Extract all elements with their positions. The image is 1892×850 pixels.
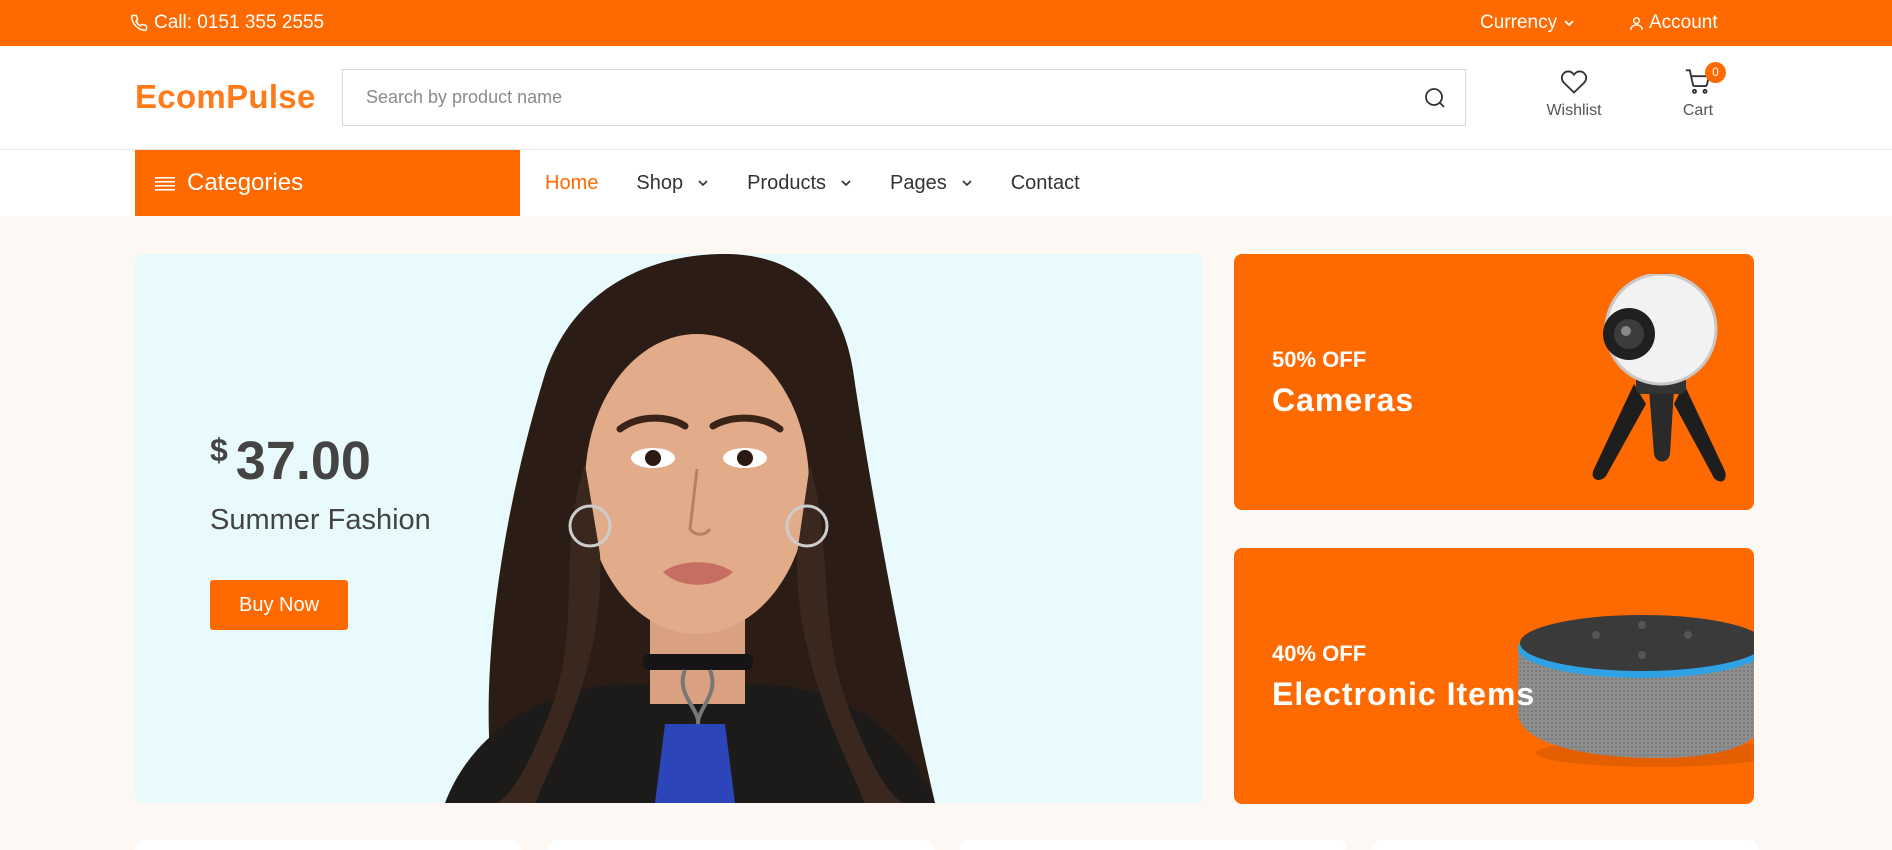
buy-now-button[interactable]: Buy Now [210, 580, 348, 630]
account-link[interactable]: Account [1628, 0, 1718, 46]
nav-products-label: Products [747, 171, 827, 194]
call-text: Call: 0151 355 2555 [154, 12, 325, 33]
nav-shop-label: Shop [636, 171, 684, 194]
top-bar: Call: 0151 355 2555 Currency Account [0, 0, 1892, 46]
hero-subtitle: Summer Fashion [210, 504, 431, 536]
chevron-down-icon [962, 180, 972, 187]
nav-pages-label: Pages [890, 171, 947, 194]
cart-button[interactable]: 0 Cart [1658, 62, 1738, 120]
hero-banner: $37.00 Summer Fashion Buy Now [135, 254, 1203, 803]
camera-360-icon [1592, 274, 1726, 482]
wishlist-label: Wishlist [1546, 102, 1602, 119]
site-logo[interactable]: EcomPulse [135, 78, 316, 116]
feature-card [1372, 840, 1758, 850]
categories-label: Categories [187, 169, 304, 196]
hero-currency: $ [210, 432, 228, 468]
nav-contact[interactable]: Contact [1011, 172, 1080, 195]
nav-home-label: Home [545, 171, 599, 194]
search-bar [342, 69, 1466, 126]
chevron-down-icon [841, 180, 851, 187]
categories-button[interactable]: Categories [135, 150, 520, 216]
hero-price: $37.00 [210, 430, 371, 492]
chevron-down-icon [1564, 20, 1574, 27]
cart-count-badge: 0 [1705, 62, 1726, 83]
promo-discount: 50% OFF [1272, 347, 1367, 372]
search-input[interactable] [343, 70, 1403, 125]
promo-card-electronics[interactable]: 40% OFF Electronic Items [1234, 548, 1754, 804]
phone-icon [130, 14, 148, 32]
hero-price-value: 37.00 [235, 431, 371, 491]
chevron-down-icon [698, 180, 708, 187]
user-icon [1630, 16, 1643, 30]
fashion-model-image [445, 254, 935, 803]
feature-card [548, 840, 934, 850]
feature-card [960, 840, 1346, 850]
nav-pages[interactable]: Pages [890, 172, 973, 195]
call-info[interactable]: Call: 0151 355 2555 [130, 0, 324, 46]
feature-card [135, 840, 521, 850]
nav-products[interactable]: Products [747, 172, 852, 195]
nav-contact-label: Contact [1010, 171, 1080, 194]
smart-speaker-icon [1518, 615, 1754, 767]
currency-label: Currency [1480, 12, 1558, 33]
cart-label: Cart [1682, 102, 1714, 119]
main-header: EcomPulse Wishlist 0 Cart [0, 46, 1892, 150]
account-label: Account [1649, 12, 1718, 33]
main-nav: Categories Home Shop Products Pages Cont… [0, 150, 1892, 216]
nav-links: Home Shop Products Pages Contact [545, 150, 1118, 216]
search-icon[interactable] [1423, 86, 1447, 110]
nav-shop[interactable]: Shop [636, 172, 709, 195]
promo-discount: 40% OFF [1272, 641, 1367, 666]
heart-icon [1560, 70, 1588, 94]
currency-dropdown[interactable]: Currency [1480, 0, 1575, 46]
wishlist-button[interactable]: Wishlist [1534, 68, 1614, 120]
promo-title: Electronic Items [1272, 676, 1536, 712]
menu-icon [155, 177, 175, 191]
nav-home[interactable]: Home [545, 172, 598, 195]
promo-title: Cameras [1272, 382, 1415, 418]
promo-card-cameras[interactable]: 50% OFF Cameras [1234, 254, 1754, 510]
